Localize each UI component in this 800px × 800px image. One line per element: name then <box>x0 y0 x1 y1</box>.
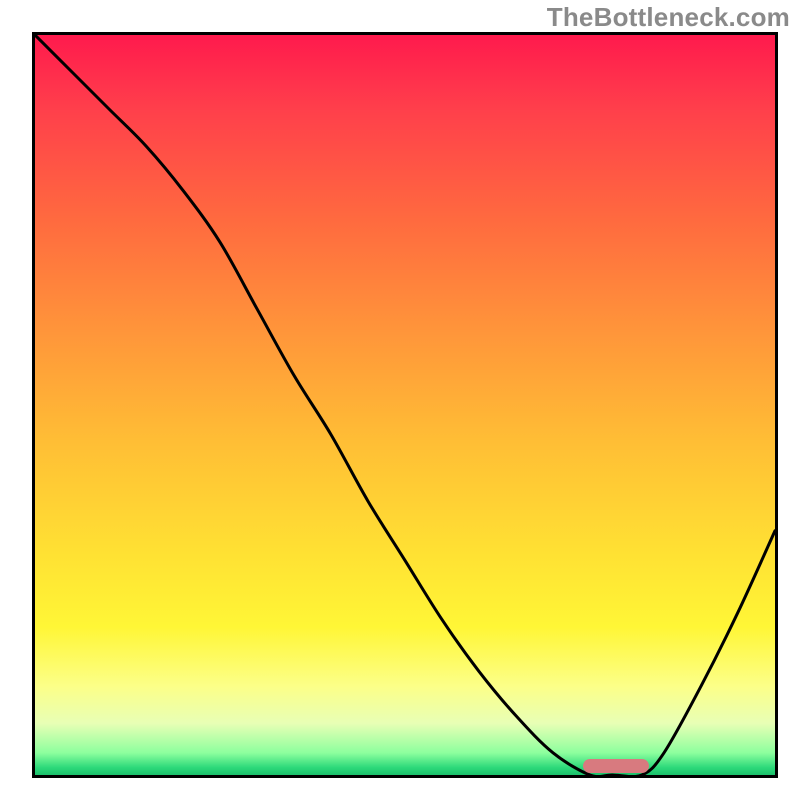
gradient-background <box>35 35 775 775</box>
optimum-marker <box>583 759 650 773</box>
plot-area <box>32 32 778 778</box>
chart-stage: TheBottleneck.com <box>0 0 800 800</box>
watermark-text: TheBottleneck.com <box>547 2 790 33</box>
